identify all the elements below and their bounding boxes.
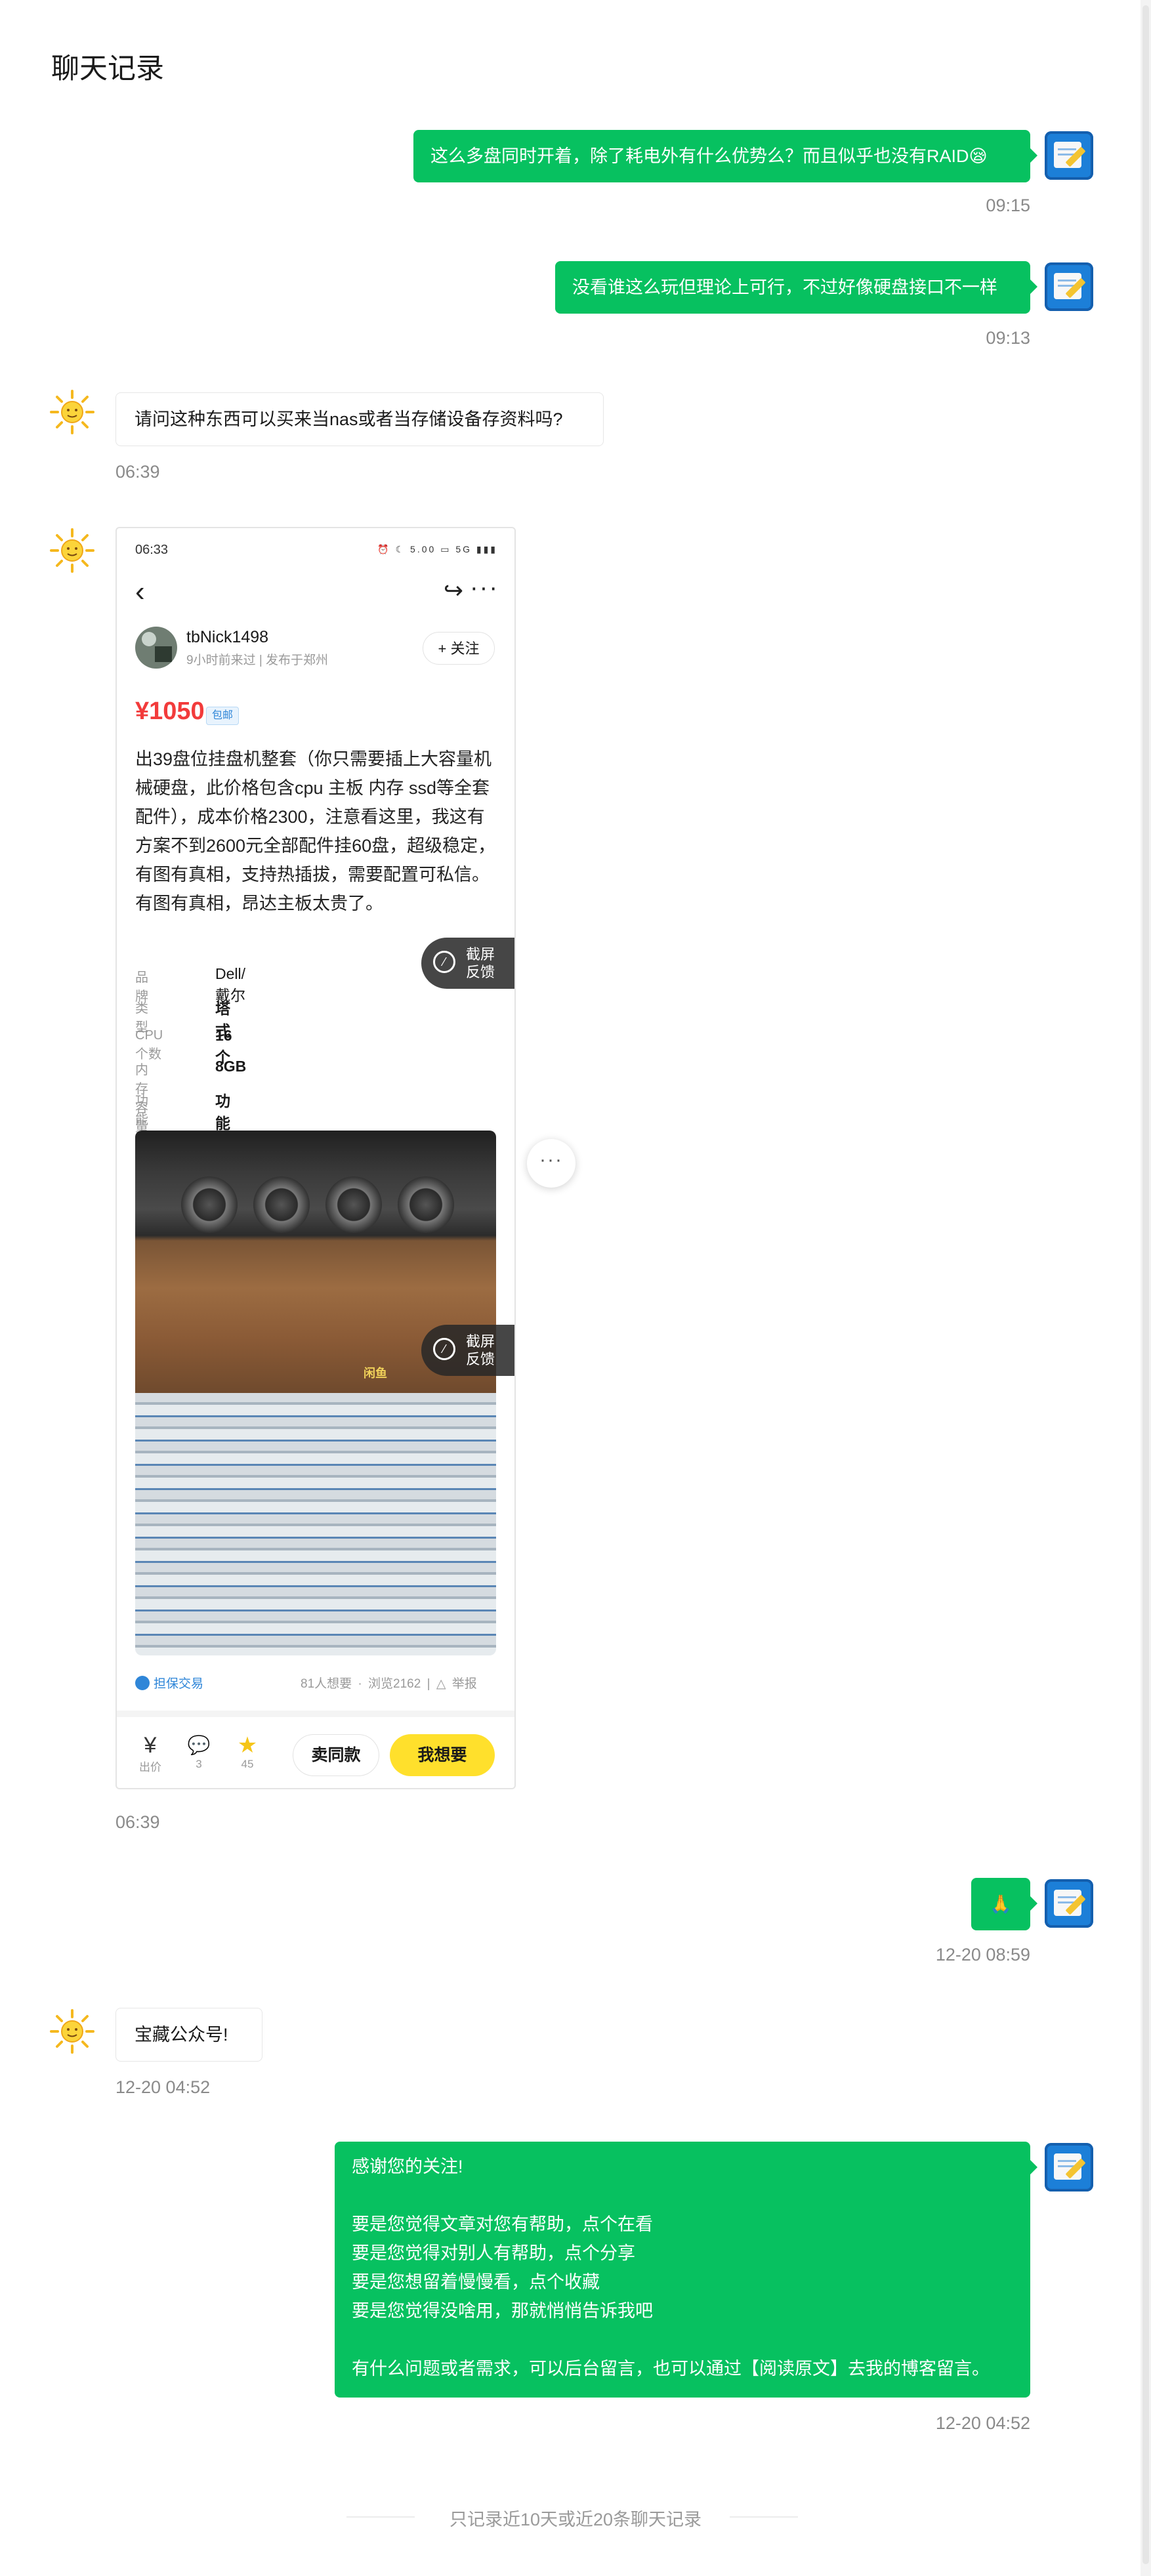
status-time: 06:33 [135,543,169,557]
screenshot-feedback-pill: ⁄ 截屏 反馈 [421,938,514,989]
bid-action: ¥ 出价 [134,1733,167,1774]
message-bubble-outgoing[interactable]: 🙏 [971,1878,1030,1930]
message-time: 06:39 [115,1812,160,1832]
my-avatar-notepad-icon[interactable] [1045,131,1093,180]
scrollbar-thumb[interactable] [1142,5,1149,2564]
action-label: 45 [241,1758,254,1770]
message-bubble-outgoing[interactable]: 这么多盘同时开着，除了耗电外有什么优势么？而且似乎也没有RAID😪 [413,130,1030,182]
message-line: 要是您想留着慢慢看，点个收藏 [352,2272,600,2292]
bubble-tail [1030,2160,1037,2174]
message-bubble-incoming[interactable]: 请问这种东西可以买来当nas或者当存储设备存资料吗? [115,392,604,446]
guarantee-label: 担保交易 [135,1674,203,1692]
message-line: 感谢您的关注! [352,2157,463,2176]
more-icon: ··· [470,574,499,602]
follow-button: + 关注 [423,632,495,665]
want-count: 81人想要 [301,1677,352,1691]
my-avatar-notepad-icon[interactable] [1045,1879,1093,1928]
spec-value: 8GB [215,1058,247,1075]
message-line [352,2325,1030,2354]
message-text: 请问这种东西可以买来当nas或者当存储设备存资料吗? [135,409,563,429]
feedback-icon: ⁄ [433,951,455,973]
bubble-tail [1030,148,1037,163]
feedback-label: 截屏 [466,946,495,963]
view-count: 浏览2162 [368,1677,421,1691]
contact-avatar-sun-icon[interactable] [49,388,96,436]
more-options-button[interactable]: ··· [527,1139,576,1188]
message-text: 宝藏公众号! [135,2025,228,2045]
message-time: 09:15 [986,196,1030,215]
listing-photo-disk-manager [135,1393,496,1655]
sell-same-button: 卖同款 [293,1734,379,1776]
screenshot-feedback-pill: ⁄ 截屏 反馈 [421,1325,514,1376]
page-title: 聊天记录 [51,53,164,85]
bubble-tail [1030,280,1037,294]
comment-action: 💬 3 [182,1733,215,1771]
message-line: 要是您觉得文章对您有帮助，点个在看 [352,2214,653,2234]
message-time: 12-20 04:52 [935,2413,1030,2433]
bubble-tail [1030,1896,1037,1911]
seller-avatar [135,627,177,669]
my-avatar-notepad-icon[interactable] [1045,2143,1093,2192]
feedback-icon: ⁄ [433,1338,455,1360]
report-link: △ 举报 [436,1677,477,1691]
back-icon: ‹ [135,575,145,608]
status-icons: ⏰ ☾ 5.00 ▭ 5G ▮▮▮ [377,544,497,554]
bid-icon: ¥ [144,1733,157,1758]
share-icon: ↪ [443,577,463,604]
shield-icon [135,1676,150,1690]
message-bubble-incoming[interactable]: 宝藏公众号! [115,2008,262,2062]
action-label: 3 [196,1758,202,1770]
seller-name: tbNick1498 [186,628,269,646]
feedback-label: 截屏 [466,1333,495,1350]
contact-avatar-sun-icon[interactable] [49,2008,96,2055]
seller-meta: 9小时前来过 | 发布于郑州 [186,654,329,667]
want-button: 我想要 [390,1734,495,1776]
message-time: 12-20 08:59 [935,1945,1030,1964]
message-time: 06:39 [115,462,160,482]
message-bubble-outgoing[interactable]: 没看谁这么玩但理论上可行，不过好像硬盘接口不一样 [555,261,1030,314]
message-text: 🙏 [990,1894,1012,1914]
message-time: 12-20 04:52 [115,2077,211,2097]
my-avatar-notepad-icon[interactable] [1045,262,1093,311]
spec-key: CPU个数 [135,1028,163,1062]
favorite-action: ★ 45 [231,1733,264,1771]
message-text: 这么多盘同时开着，除了耗电外有什么优势么？而且似乎也没有RAID😪 [430,146,988,166]
price: ¥1050 [135,697,205,725]
history-limit-note: 只记录近10天或近20条聊天记录 [449,2510,702,2529]
divider [117,1711,514,1717]
message-line [352,2181,1030,2210]
contact-avatar-sun-icon[interactable] [49,527,96,574]
message-line: 要是您觉得对别人有帮助，点个分享 [352,2243,635,2263]
listing-description: 出39盘位挂盘机整套（你只需要插上大容量机械硬盘，此价格包含cpu 主板 内存 … [135,749,496,913]
message-bubble-outgoing[interactable]: 感谢您的关注! 要是您觉得文章对您有帮助，点个在看 要是您觉得对别人有帮助，点个… [335,2142,1030,2398]
listing-stats: 81人想要 · 浏览2162 | △ 举报 [301,1677,477,1691]
star-icon: ★ [237,1733,258,1758]
shipping-tag: 包邮 [206,707,240,725]
feedback-label: 反馈 [466,1351,495,1367]
feedback-label: 反馈 [466,964,495,980]
photo-watermark: 闲鱼 [364,1367,387,1380]
action-label: 出价 [139,1761,161,1774]
message-line: 有什么问题或者需求，可以后台留言，也可以通过【阅读原文】去我的博客留言。 [352,2359,990,2379]
message-text: 没看谁这么玩但理论上可行，不过好像硬盘接口不一样 [572,278,997,297]
message-time: 09:13 [986,328,1030,348]
image-message-listing-screenshot[interactable]: 06:33 ⏰ ☾ 5.00 ▭ 5G ▮▮▮ ‹ ↪ ··· tbNick14… [115,527,516,1789]
message-line: 要是您觉得没啥用，那就悄悄告诉我吧 [352,2301,653,2321]
comment-icon: 💬 [187,1735,211,1755]
